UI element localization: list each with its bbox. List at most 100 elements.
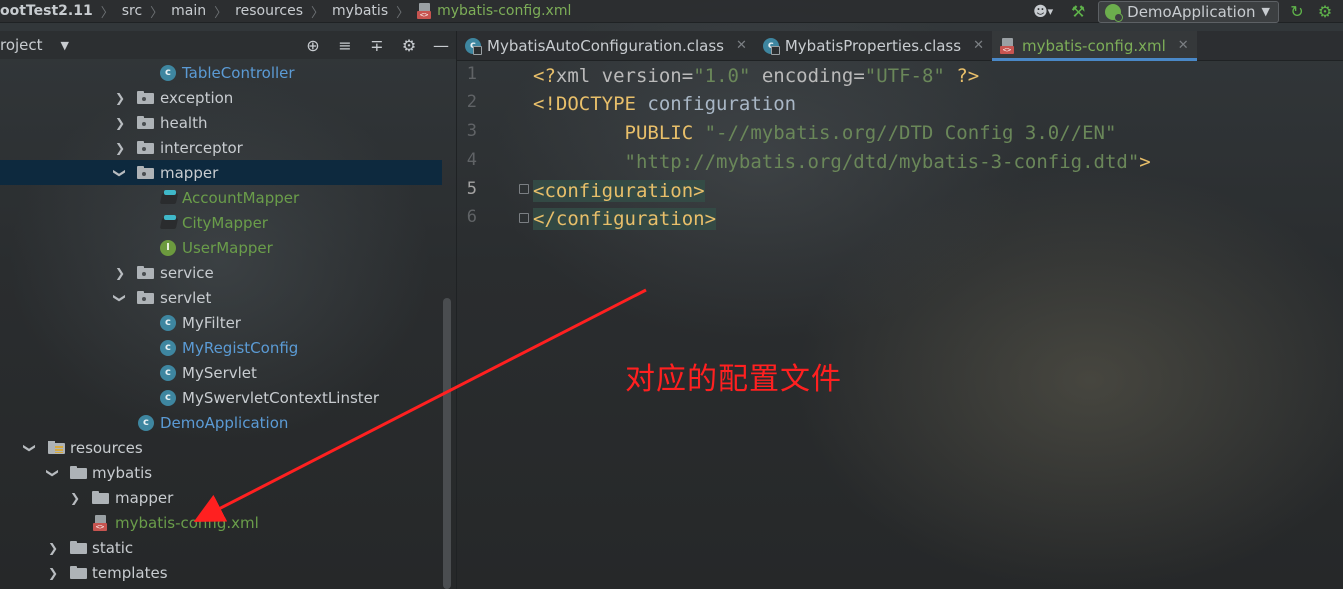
tree-item-static[interactable]: ❯ static xyxy=(0,535,442,560)
tree-item-mybatis-config-xml[interactable]: <> mybatis-config.xml xyxy=(0,510,442,535)
rerun-icon[interactable]: ↻ xyxy=(1287,2,1307,21)
chevron-right-icon[interactable]: ❯ xyxy=(114,91,126,105)
xml-file-icon: <> xyxy=(417,3,433,19)
tree-item-exception[interactable]: ❯ exception xyxy=(0,85,442,110)
tab-mybatis-config-xml[interactable]: <> mybatis-config.xml ✕ xyxy=(991,31,1197,61)
chevron-right-icon[interactable]: ❯ xyxy=(47,541,59,555)
code-line[interactable]: </configuration> xyxy=(533,205,717,233)
breadcrumb-item-file[interactable]: <> mybatis-config.xml xyxy=(413,3,575,19)
tree-item-label: UserMapper xyxy=(182,238,273,257)
tree-item-service[interactable]: ❯ service xyxy=(0,260,442,285)
line-number: 3 xyxy=(466,121,477,141)
tree-item-mybatis[interactable]: ❯ mybatis xyxy=(0,460,442,485)
fold-end-icon[interactable] xyxy=(519,213,529,223)
breadcrumb-item-main[interactable]: main xyxy=(167,3,210,19)
xml-file-icon: <> xyxy=(93,515,109,531)
code-token: "-//mybatis.org//DTD Config 3.0//EN" xyxy=(704,122,1117,144)
close-icon[interactable]: ✕ xyxy=(736,38,747,53)
breadcrumb-item-project[interactable]: ootTest2.11 xyxy=(0,3,97,19)
tree-item-myfilter[interactable]: c MyFilter xyxy=(0,310,442,335)
tree-item-label: DemoApplication xyxy=(160,413,289,432)
tree-item-label: health xyxy=(160,113,208,132)
tab-mybatisautoconfiguration[interactable]: c MybatisAutoConfiguration.class ✕ xyxy=(457,31,755,60)
project-view-selector[interactable]: roject ▼ xyxy=(0,36,69,54)
tree-item-label: MyFilter xyxy=(182,313,241,332)
code-line[interactable]: "http://mybatis.org/dtd/mybatis-3-config… xyxy=(533,148,1151,176)
breadcrumb-item-src[interactable]: src xyxy=(118,3,146,19)
chevron-down-icon[interactable]: ❯ xyxy=(113,167,127,179)
close-icon[interactable]: ✕ xyxy=(973,38,984,53)
breadcrumb-separator: 〉 xyxy=(311,5,325,21)
project-tree-scrollbar[interactable] xyxy=(443,298,451,589)
tree-item-mapper-folder[interactable]: ❯ mapper xyxy=(0,485,442,510)
resources-folder-icon xyxy=(48,441,65,454)
tree-item-accountmapper[interactable]: AccountMapper xyxy=(0,185,442,210)
tree-item-label: servlet xyxy=(160,288,212,307)
tab-label: mybatis-config.xml xyxy=(1021,36,1166,55)
tree-item-usermapper[interactable]: I UserMapper xyxy=(0,235,442,260)
locate-icon[interactable]: ⊕ xyxy=(304,36,322,55)
spring-icon xyxy=(1105,3,1124,22)
chevron-right-icon[interactable]: ❯ xyxy=(47,566,59,580)
tree-item-label: mybatis xyxy=(92,463,153,482)
chevron-down-icon[interactable]: ❯ xyxy=(23,442,37,454)
class-file-icon: c xyxy=(465,37,482,55)
bug-icon[interactable]: ⚙ xyxy=(1315,2,1335,21)
tree-item-resources[interactable]: ❯ resources xyxy=(0,435,442,460)
tree-item-myswervletcontextlinster[interactable]: c MySwervletContextLinster xyxy=(0,385,442,410)
tab-mybatisproperties[interactable]: c MybatisProperties.class ✕ xyxy=(755,31,992,60)
tree-item-health[interactable]: ❯ health xyxy=(0,110,442,135)
tree-item-templates[interactable]: ❯ templates xyxy=(0,560,442,585)
code-token: ?> xyxy=(944,65,980,87)
tree-item-mapper-package[interactable]: ❯ mapper xyxy=(0,160,442,185)
tree-item-label: mapper xyxy=(160,163,219,182)
tree-item-citymapper[interactable]: CityMapper xyxy=(0,210,442,235)
code-token: = xyxy=(681,65,694,87)
collapse-all-icon[interactable]: ∓ xyxy=(368,36,386,55)
chevron-down-icon[interactable]: ❯ xyxy=(46,467,60,479)
tree-item-label: interceptor xyxy=(160,138,243,157)
code-token: "1.0" xyxy=(693,65,751,87)
chevron-right-icon[interactable]: ❯ xyxy=(114,266,126,280)
breadcrumb-item-mybatis[interactable]: mybatis xyxy=(328,3,392,19)
chevron-right-icon[interactable]: ❯ xyxy=(114,116,126,130)
tree-item-myregistconfig[interactable]: c MyRegistConfig xyxy=(0,335,442,360)
code-line[interactable]: <?xml version="1.0" encoding="UTF-8" ?> xyxy=(533,62,979,90)
gear-icon[interactable]: ⚙ xyxy=(400,36,418,55)
mapper-icon xyxy=(160,213,178,231)
tree-item-demoapplication[interactable]: c DemoApplication xyxy=(0,410,442,435)
code-line[interactable]: <!DOCTYPE configuration xyxy=(533,90,796,118)
class-icon: c xyxy=(160,315,176,331)
line-number: 4 xyxy=(466,150,477,170)
expand-all-icon[interactable]: ≡ xyxy=(336,36,354,55)
chevron-right-icon[interactable]: ❯ xyxy=(69,491,81,505)
hammer-icon[interactable]: ⚒ xyxy=(1066,2,1090,22)
minimize-icon[interactable]: — xyxy=(432,36,450,55)
package-icon xyxy=(137,116,154,129)
tree-item-myservlet[interactable]: c MyServlet xyxy=(0,360,442,385)
breadcrumb-separator: 〉 xyxy=(214,5,228,21)
code-token: <? xyxy=(533,65,556,87)
line-number: 5 xyxy=(466,179,477,199)
close-icon[interactable]: ✕ xyxy=(1178,38,1189,53)
code-line[interactable]: <configuration> xyxy=(533,177,705,205)
fold-start-icon[interactable] xyxy=(519,184,529,194)
run-configuration-label: DemoApplication xyxy=(1127,2,1256,21)
chevron-right-icon[interactable]: ❯ xyxy=(114,141,126,155)
tree-item-servlet[interactable]: ❯ servlet xyxy=(0,285,442,310)
code-token: </configuration> xyxy=(533,208,717,230)
breadcrumb-item-resources[interactable]: resources xyxy=(231,3,307,19)
chevron-down-icon[interactable]: ❯ xyxy=(113,292,127,304)
user-icon[interactable]: ☻ ▾ xyxy=(1028,2,1058,22)
editor-tabs: c MybatisAutoConfiguration.class ✕ c Myb… xyxy=(457,31,1343,61)
breadcrumb-separator: 〉 xyxy=(150,5,164,21)
folder-icon xyxy=(70,541,87,554)
code-token: version xyxy=(601,65,682,87)
tree-item-interceptor[interactable]: ❯ interceptor xyxy=(0,135,442,160)
tree-item-tablecontroller[interactable]: c TableController xyxy=(0,60,442,85)
tree-item-label: CityMapper xyxy=(182,213,268,232)
tree-item-label: TableController xyxy=(182,63,295,82)
run-configuration-select[interactable]: DemoApplication ▼ xyxy=(1098,0,1279,23)
code-line[interactable]: PUBLIC "-//mybatis.org//DTD Config 3.0//… xyxy=(533,119,1117,147)
